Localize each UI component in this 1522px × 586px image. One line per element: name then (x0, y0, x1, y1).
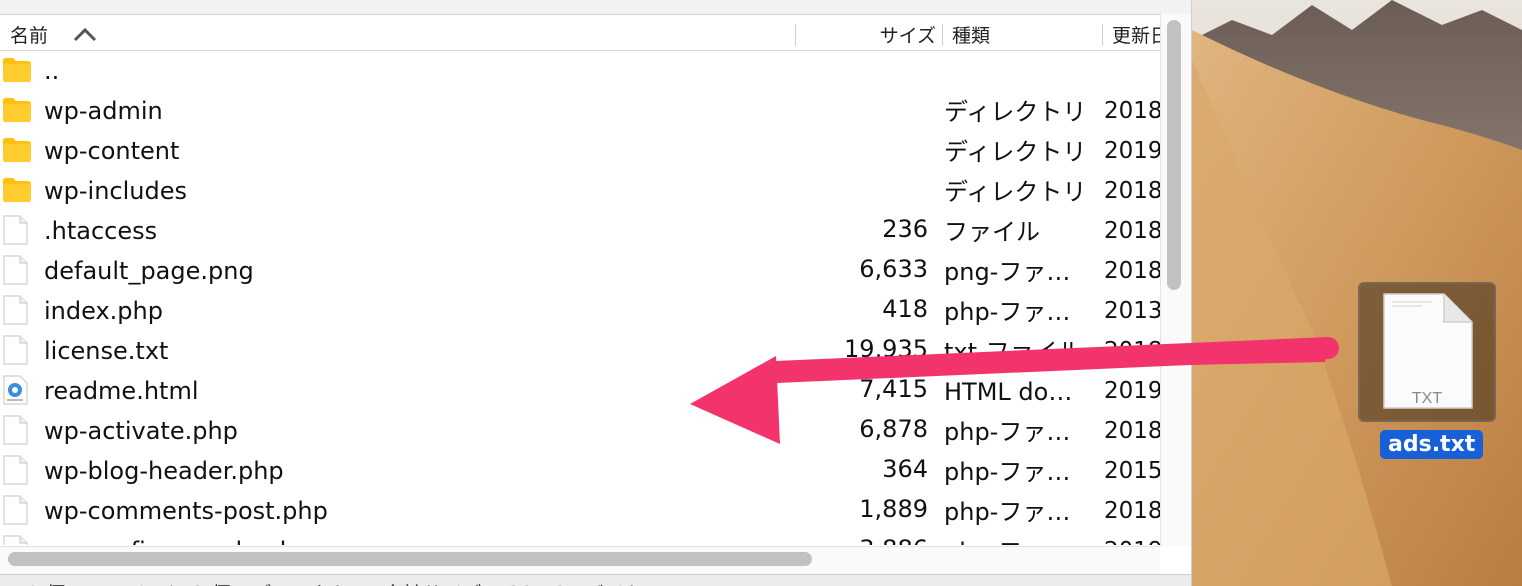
file-modified: 2019 (1104, 138, 1160, 164)
file-type: php-ファ… (944, 530, 1092, 545)
file-row[interactable]: wp-config-sample.php 3,886 php-ファ… 2019 (0, 530, 1160, 545)
file-type: txt-ファイル (944, 338, 1082, 366)
file-modified: 2018 (1104, 218, 1160, 244)
column-type-header[interactable]: 種類 (952, 20, 1097, 50)
top-strip (0, 0, 1191, 15)
file-size: 3,886 (859, 530, 928, 545)
file-type: ファイル (944, 218, 1040, 246)
desktop-file-name[interactable]: ads.txt (1380, 430, 1484, 459)
file-row[interactable]: wp-admin ディレクトリ 2018 (0, 90, 1160, 130)
html-document-icon (2, 375, 32, 405)
column-name-header[interactable]: 名前 (10, 20, 790, 50)
document-icon (2, 415, 32, 445)
file-modified: 2018 (1104, 98, 1160, 124)
horizontal-scrollbar-thumb[interactable] (8, 552, 812, 566)
status-text: 19 個のファイルと 3 個のディレクトリ. 合計サイズ: 130,765 バイ… (14, 578, 644, 586)
column-separator[interactable] (1102, 24, 1103, 46)
file-row[interactable]: readme.html 7,415 HTML do… 2019 (0, 370, 1160, 410)
folder-icon (2, 135, 32, 165)
document-icon (2, 455, 32, 485)
desktop: TXT ads.txt (1192, 0, 1522, 586)
file-row[interactable]: wp-comments-post.php 1,889 php-ファ… 2018 (0, 490, 1160, 530)
file-type: ディレクトリ (944, 98, 1087, 126)
file-row[interactable]: default_page.png 6,633 png-ファ… 2018 (0, 250, 1160, 290)
column-header: 名前 サイズ 種類 更新日 (0, 20, 1160, 51)
file-row[interactable]: index.php 418 php-ファ… 2013 (0, 290, 1160, 330)
document-icon (2, 335, 32, 365)
column-separator[interactable] (942, 24, 943, 46)
file-name: wp-blog-header.php (44, 457, 284, 485)
column-modified-label: 更新日 (1112, 25, 1160, 47)
file-name: wp-config-sample.php (44, 530, 310, 545)
file-size: 418 (882, 295, 928, 323)
vertical-scrollbar-thumb[interactable] (1167, 20, 1181, 290)
file-name: wp-activate.php (44, 417, 238, 445)
status-bar: 19 個のファイルと 3 個のディレクトリ. 合計サイズ: 130,765 バイ… (0, 574, 1191, 586)
desktop-file-ads-txt[interactable]: TXT ads.txt (1358, 282, 1500, 459)
document-icon (2, 535, 32, 545)
file-type: php-ファ… (944, 418, 1071, 446)
file-modified: 2018 (1104, 418, 1160, 444)
file-modified: 2019 (1104, 530, 1160, 545)
file-row[interactable]: .htaccess 236 ファイル 2018 (0, 210, 1160, 250)
chevron-up-icon (73, 27, 97, 42)
file-name: wp-includes (44, 177, 187, 205)
file-modified: 2018 (1104, 258, 1160, 284)
document-icon (2, 295, 32, 325)
file-modified: 2013 (1104, 298, 1160, 324)
file-extension-label: TXT (1411, 390, 1443, 407)
file-type: ディレクトリ (944, 178, 1087, 206)
column-name-label: 名前 (10, 25, 49, 47)
file-modified: 2018 (1104, 498, 1160, 524)
file-size: 1,889 (859, 495, 928, 523)
file-name: wp-admin (44, 97, 163, 125)
column-size-label: サイズ (879, 25, 936, 47)
file-name: readme.html (44, 377, 199, 405)
file-name: default_page.png (44, 257, 254, 285)
file-size: 19,935 (844, 335, 928, 363)
file-size: 6,878 (859, 415, 928, 443)
file-modified: 2019 (1104, 378, 1160, 404)
file-row[interactable]: wp-blog-header.php 364 php-ファ… 2015 (0, 450, 1160, 490)
file-selection-tile: TXT (1358, 282, 1496, 422)
file-list: .. wp-admin ディレクトリ 2018 wp-content ディレクトリ 2019… (0, 50, 1160, 545)
file-size: 7,415 (859, 375, 928, 403)
file-modified: 2018 (1104, 178, 1160, 204)
file-type: png-ファ… (944, 258, 1071, 286)
file-name: wp-comments-post.php (44, 497, 328, 525)
file-type: php-ファ… (944, 298, 1071, 326)
folder-icon (2, 55, 32, 85)
file-row[interactable]: wp-content ディレクトリ 2019 (0, 130, 1160, 170)
file-type: ディレクトリ (944, 138, 1087, 166)
document-icon (2, 255, 32, 285)
column-type-label: 種類 (952, 25, 991, 47)
folder-icon (2, 95, 32, 125)
file-name: index.php (44, 297, 163, 325)
document-icon (2, 495, 32, 525)
file-name: license.txt (44, 337, 169, 365)
file-modified: 2018 (1104, 338, 1160, 364)
file-name: .. (44, 57, 60, 85)
file-type: php-ファ… (944, 458, 1071, 486)
file-modified: 2015 (1104, 458, 1160, 484)
file-list-panel: 名前 サイズ 種類 更新日 .. wp-admin ディレクトリ 2018 wp-con… (0, 0, 1192, 586)
folder-icon (2, 175, 32, 205)
file-row[interactable]: wp-activate.php 6,878 php-ファ… 2018 (0, 410, 1160, 450)
file-type: php-ファ… (944, 498, 1071, 526)
file-size: 364 (882, 455, 928, 483)
document-icon (2, 215, 32, 245)
file-row[interactable]: wp-includes ディレクトリ 2018 (0, 170, 1160, 210)
file-name: .htaccess (44, 217, 158, 245)
file-size: 236 (882, 215, 928, 243)
file-row[interactable]: license.txt 19,935 txt-ファイル 2018 (0, 330, 1160, 370)
column-modified-header[interactable]: 更新日 (1112, 20, 1160, 50)
file-type: HTML do… (944, 378, 1073, 406)
file-name: wp-content (44, 137, 180, 165)
file-row[interactable]: .. (0, 50, 1160, 90)
column-separator[interactable] (795, 24, 796, 46)
file-size: 6,633 (859, 255, 928, 283)
column-size-header[interactable]: サイズ (800, 20, 936, 50)
